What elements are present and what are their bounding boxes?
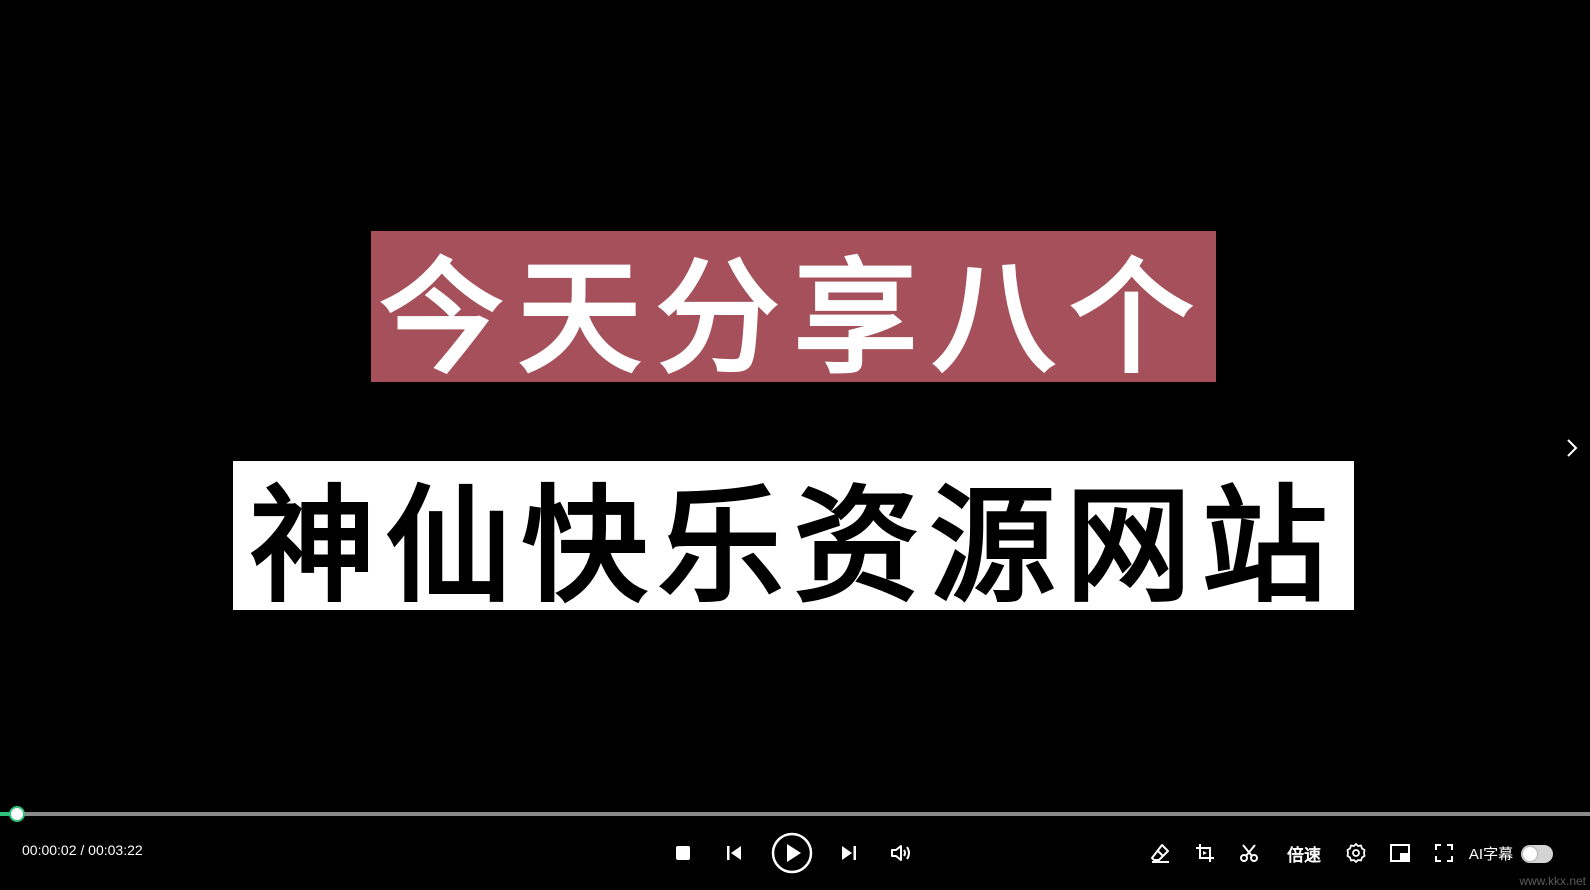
video-title-line-2: 神仙快乐资源网站 [233,461,1354,610]
ai-subtitle-label: AI字幕 [1468,845,1514,863]
skip-next-icon [839,843,859,863]
video-title-line-1: 今天分享八个 [371,231,1216,382]
time-display: 00:00:02 / 00:03:22 [22,842,143,858]
stop-button[interactable] [672,838,694,868]
volume-button[interactable] [888,838,914,868]
fullscreen-button[interactable] [1432,838,1456,868]
stop-icon [674,844,692,862]
eraser-icon [1149,842,1171,864]
speed-button[interactable]: 倍速 [1284,838,1324,868]
settings-button[interactable] [1344,838,1368,868]
fullscreen-icon [1434,843,1454,863]
chevron-right-icon[interactable] [1564,437,1580,459]
gear-icon [1345,842,1367,864]
play-button[interactable] [771,832,813,874]
video-frame[interactable]: 今天分享八个 神仙快乐资源网站 [0,0,1590,805]
cut-button[interactable] [1237,838,1261,868]
progress-bar[interactable] [0,806,1590,822]
control-bar: 00:00:02 / 00:03:22 倍速 AI字幕 [0,818,1590,890]
next-button[interactable] [838,838,860,868]
crop-button[interactable] [1193,838,1217,868]
crop-icon [1194,842,1216,864]
ai-subtitle-toggle[interactable] [1521,845,1553,863]
picture-in-picture-icon [1389,843,1411,863]
speed-label: 倍速 [1287,845,1321,866]
ai-subtitle-label-wrap: AI字幕 [1466,838,1516,868]
scissors-icon [1238,842,1260,864]
previous-button[interactable] [723,838,745,868]
volume-icon [889,842,913,864]
pip-button[interactable] [1388,838,1412,868]
skip-previous-icon [724,843,744,863]
video-player: 今天分享八个 神仙快乐资源网站 00:00:02 / 00:03:22 倍速 A… [0,0,1590,890]
annotate-button[interactable] [1148,838,1172,868]
play-icon [771,832,813,874]
watermark: www.kkx.net [1519,874,1586,888]
toggle-knob [1523,847,1537,861]
